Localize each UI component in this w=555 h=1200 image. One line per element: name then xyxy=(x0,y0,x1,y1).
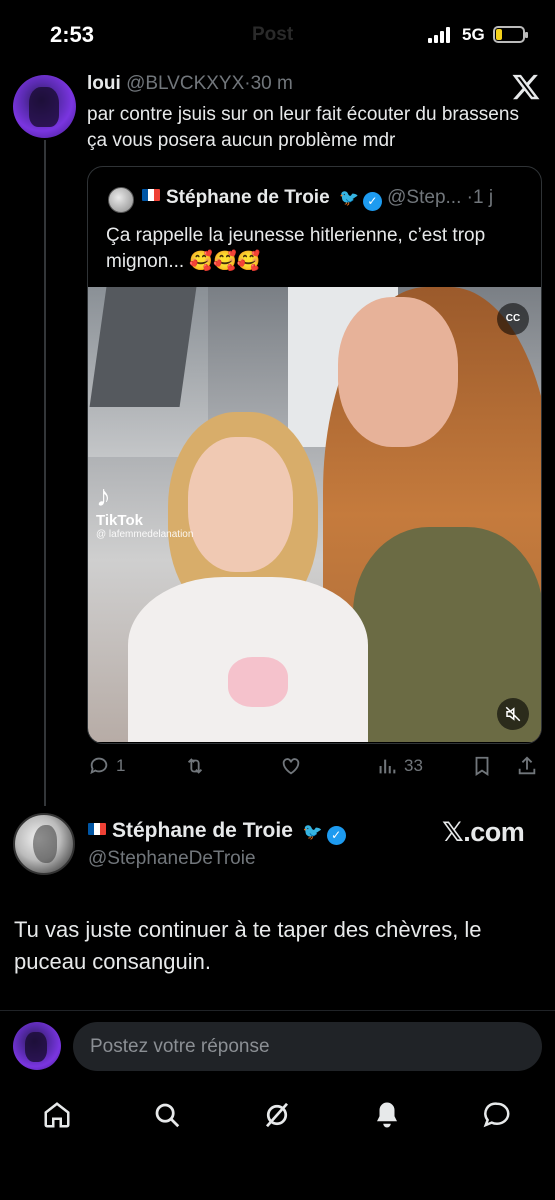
grok-icon[interactable] xyxy=(259,1097,295,1133)
tiktok-logo-icon: ♪ xyxy=(96,480,111,513)
divider xyxy=(0,1010,555,1011)
tweet-header: loui @BLVCKXYX·30 m xyxy=(87,73,293,95)
quote-header: Stéphane de Troie 🐦 ✓ @Step... ·1 j xyxy=(142,187,493,211)
reply-button[interactable]: 1 xyxy=(88,752,125,780)
retweet-icon xyxy=(187,758,203,774)
views-button[interactable]: 33 xyxy=(376,752,423,780)
france-flag-icon xyxy=(88,823,106,835)
heart-icon xyxy=(282,758,300,775)
tiktok-watermark: ♪ TikTok @ lafemmedelanation xyxy=(96,480,194,541)
quote-author-name: Stéphane de Troie xyxy=(166,187,330,208)
share-icon xyxy=(518,756,536,775)
embed-author: Stéphane de Troie 🐦 ✓ xyxy=(88,819,346,845)
video-player[interactable]: ♪ TikTok @ lafemmedelanation CC xyxy=(88,287,541,742)
embed-author-name: Stéphane de Troie xyxy=(112,819,293,842)
author-handle[interactable]: @BLVCKXYX xyxy=(126,73,244,94)
status-ghost-title: Post xyxy=(252,24,294,45)
views-icon xyxy=(379,759,396,774)
tweet-time: 30 m xyxy=(250,73,293,94)
bird-icon: 🐦 xyxy=(338,190,359,207)
france-flag-icon xyxy=(142,189,160,201)
x-logo-icon[interactable] xyxy=(511,72,541,102)
avatar[interactable] xyxy=(13,75,76,138)
x-com-brand: 𝕏.com xyxy=(442,817,525,847)
action-bar: 1 33 xyxy=(88,752,543,780)
tiktok-label: TikTok xyxy=(96,512,143,529)
bookmark-icon xyxy=(475,756,489,776)
quote-text: Ça rappelle la jeunesse hitlerienne, c’e… xyxy=(106,225,486,272)
author-name[interactable]: loui xyxy=(87,73,121,94)
tiktok-user: @ lafemmedelanation xyxy=(96,529,194,540)
views-count: 33 xyxy=(404,756,423,775)
notifications-icon[interactable] xyxy=(369,1097,405,1133)
tweet-text: par contre jsuis sur on leur fait écoute… xyxy=(87,104,519,151)
my-avatar[interactable] xyxy=(13,1022,61,1070)
reply-count: 1 xyxy=(116,756,126,775)
bird-icon: 🐦 xyxy=(302,824,323,841)
reply-icon xyxy=(90,757,108,775)
reply-input[interactable] xyxy=(73,1022,542,1071)
quote-time: 1 j xyxy=(472,187,494,208)
quote-avatar xyxy=(108,187,134,213)
like-button[interactable] xyxy=(280,752,302,780)
messages-icon[interactable] xyxy=(479,1097,515,1133)
battery-icon xyxy=(493,26,528,43)
thread-line xyxy=(44,140,46,806)
verified-badge-icon: ✓ xyxy=(326,826,346,845)
quoted-tweet-card[interactable]: Stéphane de Troie 🐦 ✓ @Step... ·1 j Ça ra… xyxy=(87,166,542,744)
embed-text: Tu vas juste continuer à te taper des ch… xyxy=(14,917,482,974)
embed-author-handle: @StephaneDeTroie xyxy=(88,848,256,869)
status-time: 2:53 xyxy=(50,22,95,47)
home-icon[interactable] xyxy=(39,1097,75,1133)
mute-button[interactable] xyxy=(497,698,529,730)
captions-button[interactable]: CC xyxy=(497,303,529,335)
verified-badge-icon: ✓ xyxy=(362,192,382,211)
search-icon[interactable] xyxy=(149,1097,185,1133)
retweet-button[interactable] xyxy=(184,752,206,780)
bookmark-button[interactable] xyxy=(471,752,493,780)
signal-icon xyxy=(428,27,454,43)
share-button[interactable] xyxy=(516,752,538,780)
embed-avatar xyxy=(13,813,75,875)
quote-author-handle: @Step... xyxy=(387,187,462,208)
network-label: 5G xyxy=(462,25,485,44)
